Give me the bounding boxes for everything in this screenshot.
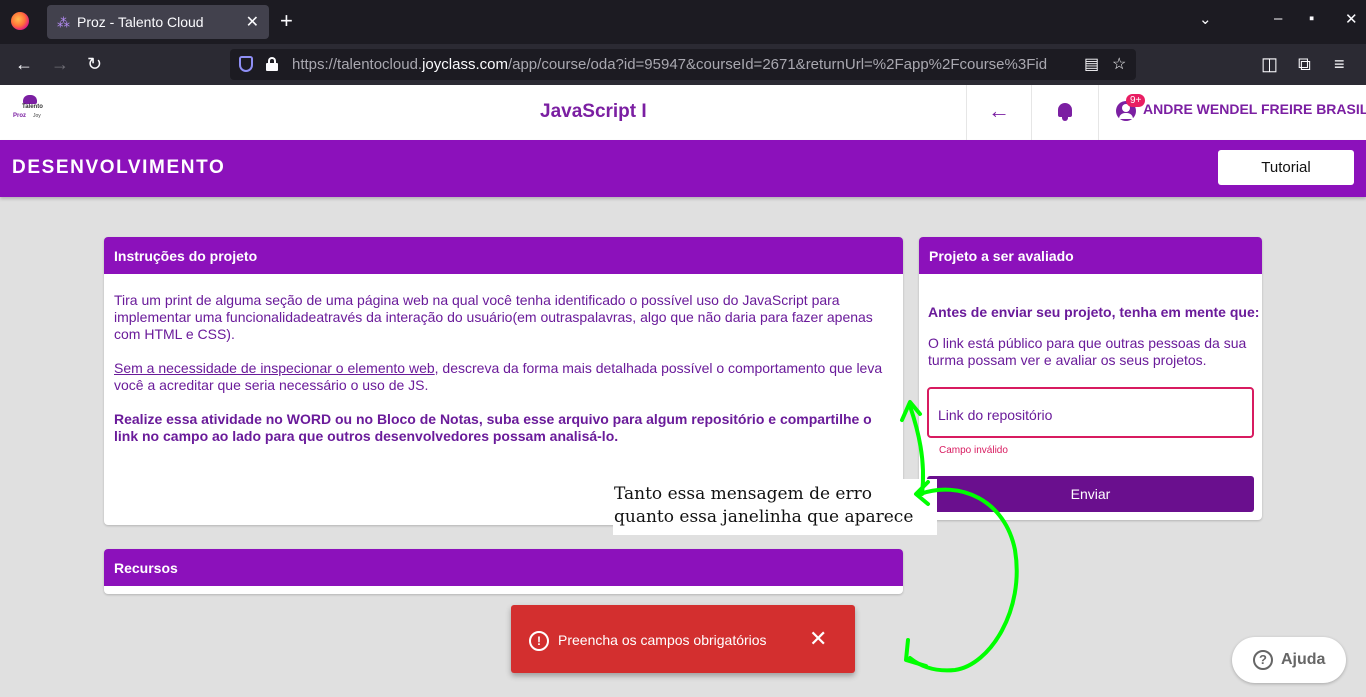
url-text[interactable]: https://talentocloud.joyclass.com/app/co…: [292, 56, 1078, 73]
annotation-arrow: [900, 400, 1019, 673]
reload-icon[interactable]: ↻: [87, 53, 102, 75]
menu-icon[interactable]: ≡: [1334, 53, 1345, 75]
bell-icon[interactable]: [1057, 103, 1073, 121]
reader-icon[interactable]: ▤: [1084, 54, 1099, 74]
instructions-paragraph-bold: Realize essa atividade no WORD ou no Blo…: [114, 411, 872, 444]
section-title: DESENVOLVIMENTO: [12, 157, 226, 178]
maximize-icon[interactable]: ▪: [1309, 10, 1314, 27]
arrow-upper-shaft: [908, 404, 926, 496]
instructions-paragraph: Tira um print de alguma seção de uma pág…: [114, 292, 873, 342]
arrow-middle-shaft: [908, 487, 1019, 673]
header-divider: [966, 85, 967, 140]
section-banner: DESENVOLVIMENTO Tutorial: [0, 140, 1366, 197]
project-info: O link está público para que outras pess…: [928, 335, 1247, 368]
resources-title: Recursos: [104, 549, 903, 586]
star-icon[interactable]: ☆: [1112, 54, 1126, 74]
user-name[interactable]: ANDRE WENDEL FREIRE BRASIL: [1143, 101, 1366, 117]
browser-tab-bar: ⁂ Proz - Talento Cloud ✕ + ⌄ – ▪ ✕: [0, 0, 1366, 44]
resources-card[interactable]: Recursos: [104, 549, 903, 594]
browser-tab[interactable]: ⁂ Proz - Talento Cloud ✕: [47, 5, 269, 39]
alert-circle-icon: !: [529, 631, 549, 651]
forward-icon[interactable]: →: [51, 53, 69, 75]
url-bar[interactable]: https://talentocloud.joyclass.com/app/co…: [230, 49, 1136, 80]
pocket-icon[interactable]: ◫: [1261, 53, 1278, 75]
instructions-paragraph: Sem a necessidade de inspecionar o eleme…: [114, 360, 883, 393]
help-circle-icon: ?: [1253, 650, 1273, 670]
arrow-left-icon[interactable]: ←: [988, 99, 1010, 123]
talento-logo[interactable]: Talento Proz Joy: [13, 95, 47, 127]
tab-title: Proz - Talento Cloud: [77, 14, 204, 30]
back-icon[interactable]: ←: [15, 53, 33, 75]
extensions-icon[interactable]: ⧉: [1298, 53, 1311, 75]
tutorial-button[interactable]: Tutorial: [1218, 150, 1354, 185]
lock-icon[interactable]: [266, 57, 278, 71]
firefox-icon: [11, 12, 29, 30]
project-title: Projeto a ser avaliado: [919, 237, 1262, 274]
help-label: Ajuda: [1281, 651, 1326, 668]
chevron-down-icon[interactable]: ⌄: [1199, 10, 1212, 28]
minimize-icon[interactable]: –: [1274, 10, 1282, 27]
header-divider: [1098, 85, 1099, 140]
instructions-title: Instruções do projeto: [104, 237, 903, 274]
close-icon[interactable]: ✕: [809, 627, 827, 651]
close-icon[interactable]: ✕: [246, 12, 259, 32]
instructions-body: Tira um print de alguma seção de uma pág…: [104, 274, 903, 445]
header-divider: [1031, 85, 1032, 140]
toast-message: Preencha os campos obrigatórios: [558, 632, 767, 648]
instructions-link[interactable]: Sem a necessidade de inspecionar o eleme…: [114, 360, 435, 376]
error-toast: ! Preencha os campos obrigatórios ✕: [511, 605, 855, 673]
plus-icon[interactable]: +: [280, 9, 293, 33]
shield-icon[interactable]: [239, 56, 253, 72]
arrow-lower-head: [904, 638, 928, 668]
project-lead: Antes de enviar seu projeto, tenha em me…: [928, 304, 1260, 320]
tab-favicon-icon: ⁂: [57, 15, 70, 30]
help-button[interactable]: ? Ajuda: [1232, 637, 1346, 683]
close-window-icon[interactable]: ✕: [1345, 10, 1358, 28]
course-title: JavaScript I: [540, 101, 647, 122]
